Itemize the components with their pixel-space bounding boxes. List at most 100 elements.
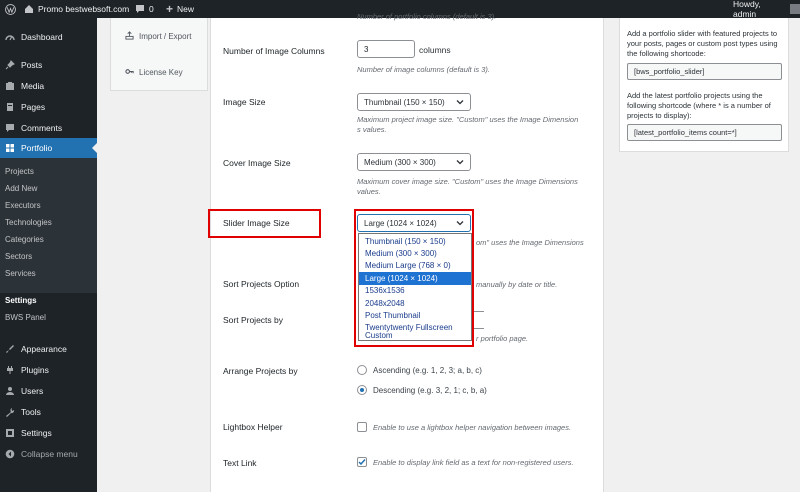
latest-items-shortcode-box[interactable]: [latest_portfolio_items count=*] xyxy=(627,124,782,141)
menu-label: Posts xyxy=(21,60,43,70)
image-size-value: Thumbnail (150 × 150) xyxy=(364,97,445,107)
menu-posts[interactable]: Posts xyxy=(0,55,97,75)
settings-tabs: Import / Export License Key xyxy=(110,18,208,91)
menu-plugins[interactable]: Plugins xyxy=(0,360,97,380)
shortcode-widget: Add a portfolio slider with featured pro… xyxy=(619,18,789,152)
new-content-link[interactable]: + New xyxy=(166,0,194,18)
image-size-select[interactable]: Thumbnail (150 × 150) xyxy=(357,93,471,111)
submenu-projects[interactable]: Projects xyxy=(5,167,34,176)
portfolio-submenu: Projects Add New Executors Technologies … xyxy=(0,158,97,322)
arrange-ascending-radio[interactable] xyxy=(357,365,367,375)
image-columns-description: Number of image columns (default is 3). xyxy=(357,65,490,74)
sort-by-description-fragment: r portfolio page. xyxy=(476,334,529,343)
cover-size-description-2: values. xyxy=(357,187,381,196)
submenu-add-new[interactable]: Add New xyxy=(5,184,37,193)
submenu-bws-panel[interactable]: BWS Panel xyxy=(5,313,46,322)
cover-image-size-value: Medium (300 × 300) xyxy=(364,157,436,167)
menu-label: Portfolio xyxy=(21,143,53,153)
menu-dashboard[interactable]: Dashboard xyxy=(0,27,97,47)
latest-items-shortcode-text: Add the latest portfolio projects using … xyxy=(627,91,771,120)
cover-size-description-1: Maximum cover image size. "Custom" uses … xyxy=(357,177,578,186)
site-name: Promo bestwebsoft.com xyxy=(38,4,130,14)
home-icon xyxy=(24,4,34,14)
wrench-icon xyxy=(5,407,15,417)
menu-label: Comments xyxy=(21,123,63,133)
menu-collapse[interactable]: Collapse menu xyxy=(0,444,97,464)
comment-bubble-icon xyxy=(135,4,145,14)
arrange-descending-radio[interactable] xyxy=(357,385,367,395)
lightbox-helper-description: Enable to use a lightbox helper navigati… xyxy=(373,423,572,432)
label-highlight-box xyxy=(208,209,321,238)
menu-comments[interactable]: Comments xyxy=(0,118,97,138)
chevron-down-icon xyxy=(456,98,464,108)
user-icon xyxy=(5,386,15,396)
comments-count: 0 xyxy=(149,4,154,14)
collapse-icon xyxy=(5,449,15,459)
image-columns-value: 3 xyxy=(364,44,369,54)
slider-size-description-fragment: om" uses the Image Dimensions xyxy=(476,238,584,247)
cover-image-size-select[interactable]: Medium (300 × 300) xyxy=(357,153,471,171)
submenu-categories[interactable]: Categories xyxy=(5,235,44,244)
columns-unit: columns xyxy=(419,45,451,55)
submenu-services[interactable]: Services xyxy=(5,269,36,278)
submenu-executors[interactable]: Executors xyxy=(5,201,41,210)
cover-image-size-label: Cover Image Size xyxy=(223,158,291,168)
brush-icon xyxy=(5,344,15,354)
menu-label: Users xyxy=(21,386,44,396)
key-icon xyxy=(125,67,134,78)
image-size-description-1: Maximum project image size. "Custom" use… xyxy=(357,115,579,124)
menu-users[interactable]: Users xyxy=(0,381,97,401)
sort-projects-option-label: Sort Projects Option xyxy=(223,279,300,289)
menu-appearance[interactable]: Appearance xyxy=(0,339,97,359)
tab-label: License Key xyxy=(139,68,183,77)
pages-icon xyxy=(5,102,15,112)
menu-portfolio[interactable]: Portfolio xyxy=(0,138,97,158)
comments-icon xyxy=(5,123,15,133)
import-export-icon xyxy=(125,31,134,42)
dashboard-icon xyxy=(5,32,15,42)
dropdown-highlight-box xyxy=(354,209,474,347)
tab-label: Import / Export xyxy=(139,32,192,41)
menu-label: Dashboard xyxy=(21,32,63,42)
image-columns-input[interactable]: 3 xyxy=(357,40,415,58)
menu-media[interactable]: Media xyxy=(0,76,97,96)
submenu-technologies[interactable]: Technologies xyxy=(5,218,52,227)
menu-tools[interactable]: Tools xyxy=(0,402,97,422)
menu-pages[interactable]: Pages xyxy=(0,97,97,117)
menu-label: Media xyxy=(21,81,45,91)
plus-icon: + xyxy=(166,2,174,16)
plug-icon xyxy=(5,365,15,375)
chevron-down-icon xyxy=(456,158,464,168)
image-size-description-2: s values. xyxy=(357,125,387,134)
howdy-text: Howdy, admin xyxy=(733,0,761,19)
submenu-settings[interactable]: Settings xyxy=(5,296,37,305)
tab-import-export[interactable]: Import / Export xyxy=(125,31,191,42)
new-label: New xyxy=(177,4,195,14)
arrange-ascending-label[interactable]: Ascending (e.g. 1, 2, 3; a, b, c) xyxy=(373,366,482,375)
menu-settings[interactable]: Settings xyxy=(0,423,97,443)
slider-shortcode-box[interactable]: [bws_portfolio_slider] xyxy=(627,63,782,80)
admin-sidebar: Dashboard Posts Media Pages Comments Por… xyxy=(0,18,97,492)
menu-label: Settings xyxy=(21,428,52,438)
arrange-projects-by-label: Arrange Projects by xyxy=(223,366,298,376)
user-avatar xyxy=(790,4,800,14)
lightbox-helper-checkbox[interactable] xyxy=(357,422,367,432)
menu-label: Tools xyxy=(21,407,41,417)
text-link-label: Text Link xyxy=(223,458,257,468)
sort-projects-by-label: Sort Projects by xyxy=(223,315,283,325)
text-link-description: Enable to display link field as a text f… xyxy=(373,458,574,467)
text-link-checkbox[interactable] xyxy=(357,457,367,467)
comments-link[interactable]: 0 xyxy=(135,0,154,18)
site-name-link[interactable]: Promo bestwebsoft.com xyxy=(24,0,129,18)
menu-label: Appearance xyxy=(21,344,67,354)
image-columns-label: Number of Image Columns xyxy=(223,46,325,56)
menu-label: Pages xyxy=(21,102,46,112)
submenu-sectors[interactable]: Sectors xyxy=(5,252,32,261)
arrange-descending-label[interactable]: Descending (e.g. 3, 2, 1; c, b, a) xyxy=(373,386,487,395)
slider-shortcode-text: Add a portfolio slider with featured pro… xyxy=(627,29,778,58)
user-account-link[interactable]: Howdy, admin xyxy=(733,0,800,19)
pin-icon xyxy=(5,60,15,70)
settings-icon xyxy=(5,428,15,438)
tab-license-key[interactable]: License Key xyxy=(125,67,183,78)
wordpress-logo-icon[interactable] xyxy=(5,0,16,18)
